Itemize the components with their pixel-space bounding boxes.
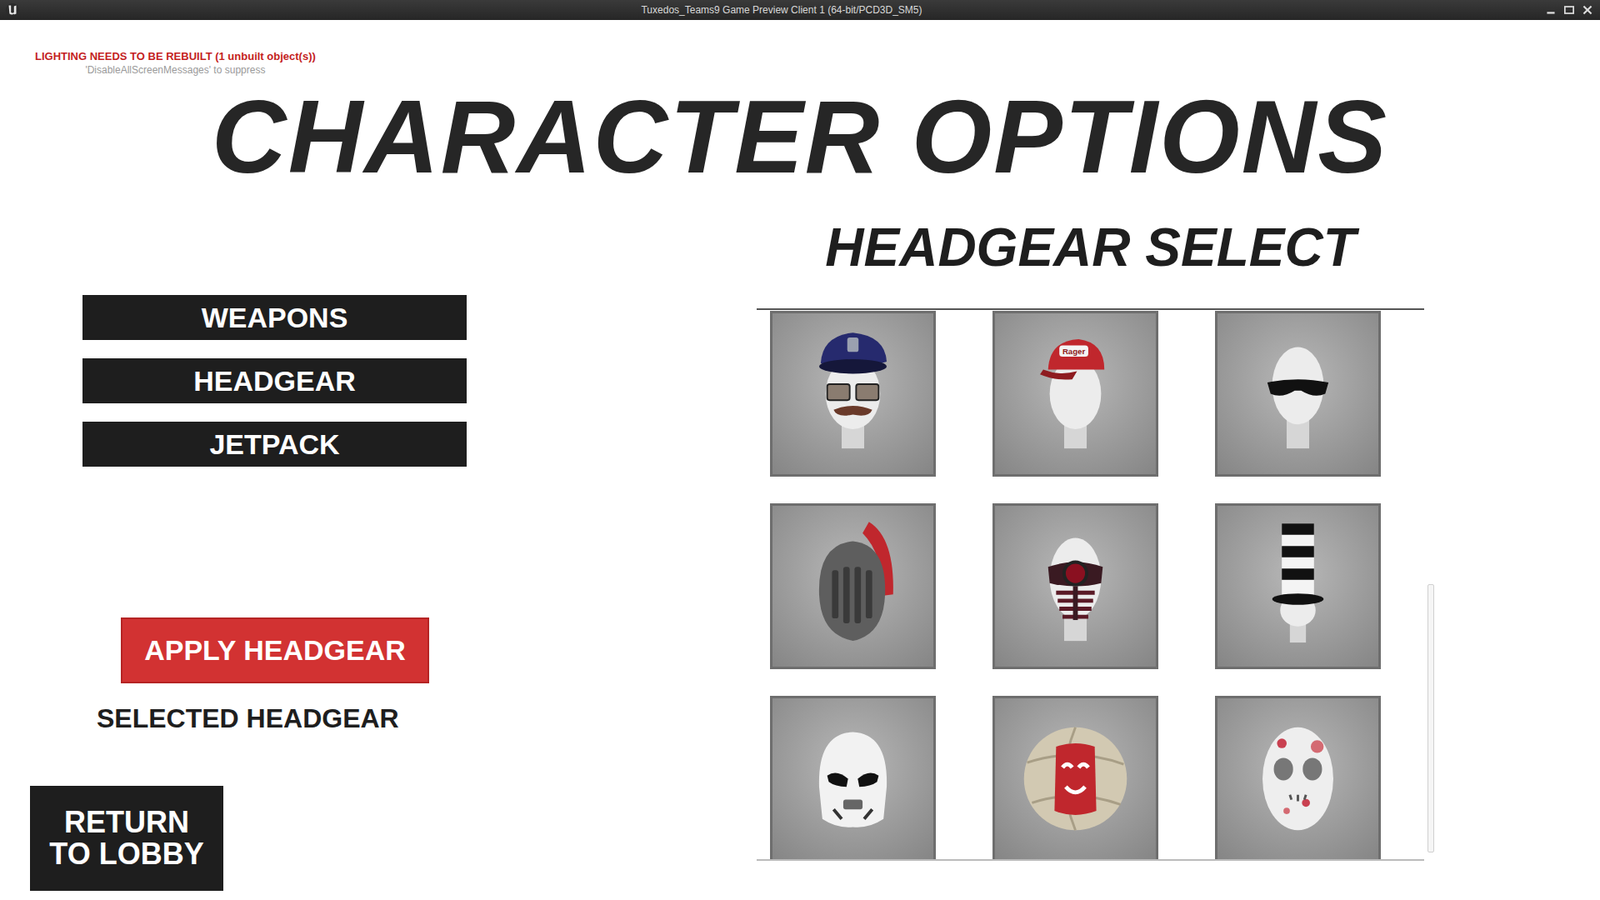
window-controls bbox=[1543, 3, 1595, 17]
police-cap-icon bbox=[772, 313, 934, 475]
maximize-icon[interactable] bbox=[1561, 3, 1577, 17]
stormtrooper-helmet-icon bbox=[772, 698, 934, 860]
scrollbar[interactable] bbox=[1427, 584, 1435, 853]
headgear-tile[interactable] bbox=[770, 503, 936, 670]
title-bar: Tuxedos_Teams9 Game Preview Client 1 (64… bbox=[0, 0, 1600, 20]
baseball-cap-icon: Rager bbox=[995, 313, 1156, 475]
knight-helmet-icon bbox=[772, 505, 934, 667]
headgear-tile[interactable] bbox=[770, 695, 936, 860]
category-button[interactable]: JETPACK bbox=[82, 421, 467, 467]
headgear-tile[interactable] bbox=[1215, 503, 1381, 670]
selected-headgear-label: SELECTED HEADGEAR bbox=[96, 703, 757, 735]
category-button[interactable]: WEAPONS bbox=[82, 295, 467, 340]
unreal-logo-icon bbox=[5, 2, 20, 18]
category-menu: WEAPONS HEADGEAR JETPACK bbox=[82, 295, 757, 467]
headgear-tile[interactable] bbox=[992, 503, 1159, 670]
panel-heading: HEADGEAR SELECT bbox=[756, 218, 1425, 277]
game-window: Tuxedos_Teams9 Game Preview Client 1 (64… bbox=[0, 0, 1600, 900]
scope-mask-icon bbox=[995, 505, 1156, 667]
headgear-tile[interactable]: Rager bbox=[992, 310, 1159, 477]
headgear-grid: Rager bbox=[756, 310, 1381, 860]
category-button[interactable]: HEADGEAR bbox=[82, 358, 467, 404]
hockey-mask-icon bbox=[1217, 698, 1379, 860]
svg-text:Rager: Rager bbox=[1062, 347, 1086, 357]
window-title: Tuxedos_Teams9 Game Preview Client 1 (64… bbox=[20, 4, 1544, 16]
headgear-tile[interactable] bbox=[770, 310, 936, 477]
striped-top-hat-icon bbox=[1217, 505, 1379, 667]
content: WEAPONS HEADGEAR JETPACK APPLY HEADGEAR SELE… bbox=[0, 218, 1600, 900]
minimize-icon[interactable] bbox=[1543, 3, 1559, 17]
return-to-lobby-button[interactable]: RETURN TO LOBBY bbox=[30, 785, 224, 891]
apply-button[interactable]: APPLY HEADGEAR bbox=[120, 617, 430, 684]
menu-screen: LIGHTING NEEDS TO BE REBUILT (1 unbuilt … bbox=[0, 20, 1600, 900]
debug-message: 'DisableAllScreenMessages' to suppress bbox=[85, 63, 265, 77]
headgear-tile[interactable] bbox=[1215, 695, 1381, 860]
debug-messages: LIGHTING NEEDS TO BE REBUILT (1 unbuilt … bbox=[35, 50, 316, 77]
headgear-tile[interactable] bbox=[992, 695, 1159, 860]
headgear-panel: Rager bbox=[756, 308, 1425, 861]
debug-message: LIGHTING NEEDS TO BE REBUILT (1 unbuilt … bbox=[35, 50, 316, 64]
sunglasses-icon bbox=[1217, 313, 1379, 475]
volleyball-icon bbox=[995, 698, 1156, 860]
left-column: WEAPONS HEADGEAR JETPACK APPLY HEADGEAR SELE… bbox=[0, 218, 757, 900]
screen-title: CHARACTER OPTIONS bbox=[0, 85, 1600, 189]
headgear-select: HEADGEAR SELECT Rager bbox=[756, 218, 1437, 900]
close-icon[interactable] bbox=[1580, 3, 1595, 17]
headgear-tile[interactable] bbox=[1215, 310, 1381, 477]
